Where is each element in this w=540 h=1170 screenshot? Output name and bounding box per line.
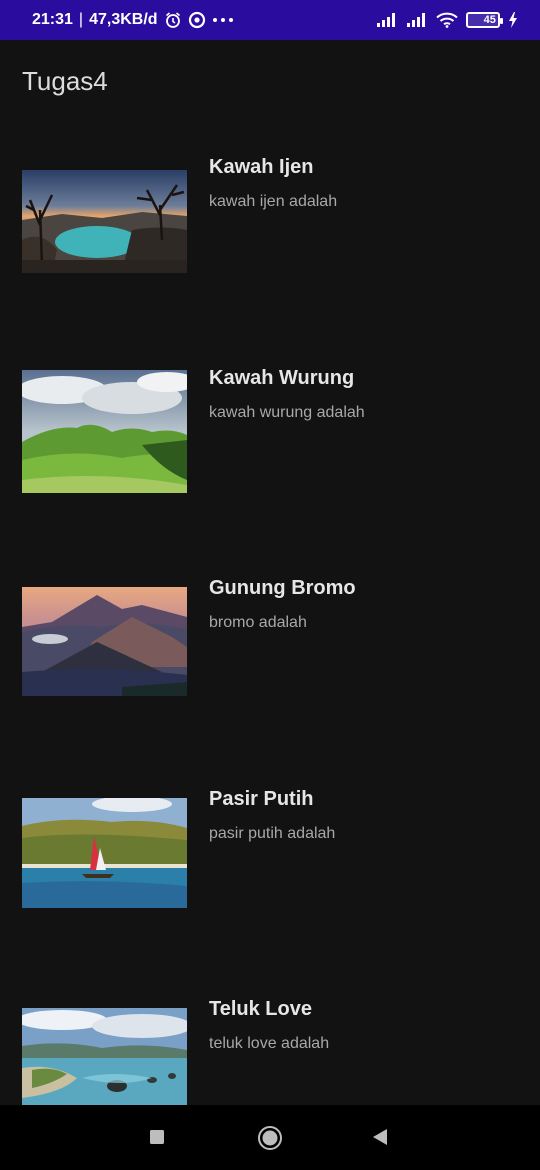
status-separator: | [78,11,84,28]
network-speed: 47,3KB/d [89,11,158,28]
app-title: Tugas4 [22,66,108,96]
list-item[interactable]: Gunung Bromo bromo adalah [0,543,540,754]
destination-list[interactable]: Kawah Ijen kawah ijen adalah Kawah Wurun… [0,122,540,1105]
wifi-icon [436,12,458,28]
thumbnail-image [22,587,187,696]
home-circle-icon[interactable] [256,1124,284,1152]
item-title: Kawah Ijen [209,156,314,178]
sync-icon [188,11,206,29]
alarm-icon [164,11,182,29]
signal-icon [406,12,428,28]
status-time: 21:31 [32,11,73,28]
item-title: Gunung Bromo [209,577,356,599]
app-bar: Tugas4 [0,40,540,122]
list-item[interactable]: Teluk Love teluk love adalah [0,964,540,1105]
recents-square-icon[interactable] [147,1127,167,1147]
signal-icon [376,12,398,28]
item-description: teluk love adalah [209,1035,330,1052]
thumbnail-image [22,1008,187,1105]
item-description: kawah wurung adalah [209,403,365,421]
thumbnail-image [22,797,187,908]
thumbnail-image [22,170,187,273]
charging-icon [508,12,518,28]
item-description: kawah ijen adalah [209,193,338,210]
battery-level: 45 [483,14,496,26]
status-left: 21:31 | 47,3KB/d [32,11,234,29]
status-right: 45 [376,12,518,28]
list-item[interactable]: Kawah Wurung kawah wurung adalah [0,333,540,544]
thumbnail-image [22,369,187,493]
item-description: pasir putih adalah [209,824,336,842]
status-bar: 21:31 | 47,3KB/d 45 [0,0,540,40]
navigation-bar [0,1105,540,1170]
item-title: Pasir Putih [209,787,314,810]
more-dots-icon [212,16,234,24]
item-description: bromo adalah [209,614,307,631]
item-title: Kawah Wurung [209,366,355,389]
list-item[interactable]: Kawah Ijen kawah ijen adalah [0,122,540,333]
back-triangle-icon[interactable] [370,1127,390,1147]
battery-icon: 45 [466,12,503,28]
list-item[interactable]: Pasir Putih pasir putih adalah [0,754,540,965]
item-title: Teluk Love [209,998,312,1020]
